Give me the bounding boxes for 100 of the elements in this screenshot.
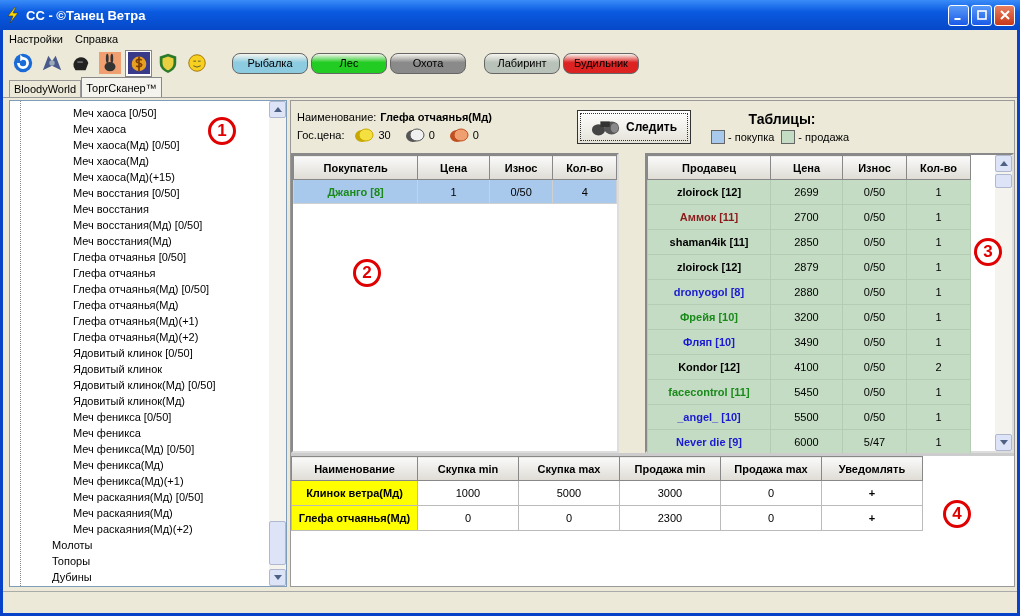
tree-item[interactable]: Меч хаоса [0/50]	[73, 107, 157, 119]
player-name: facecontrol [11]	[668, 386, 750, 398]
tree-item[interactable]: Ядовитый клинок(Мд)	[73, 395, 186, 407]
table-cell: 0	[417, 505, 519, 531]
tree-item[interactable]: Ядовитый клинок(Мд) [0/50]	[73, 379, 216, 391]
player-name: Kondor [12]	[678, 361, 740, 373]
scroll-thumb[interactable]	[269, 521, 286, 565]
tree-item[interactable]: Меч раскаяния(Мд) [0/50]	[73, 491, 204, 503]
tree-item[interactable]: Глефа отчаянья(Мд)	[73, 299, 179, 311]
tree-item[interactable]: Глефа отчаянья(Мд)(+2)	[73, 331, 199, 343]
column-header[interactable]: Цена	[770, 155, 843, 180]
table-row[interactable]: shaman4ik [11] 2850 0/50 1	[647, 229, 971, 255]
item-name-cell: Глефа отчаянья(Мд)	[291, 505, 418, 531]
column-header[interactable]: Скупка min	[417, 456, 519, 481]
coin-amount: 0	[428, 129, 435, 141]
table-row[interactable]: Фляп [10] 3490 0/50 1	[647, 329, 971, 355]
maximize-icon	[976, 10, 987, 20]
column-header[interactable]: Уведомлять	[821, 456, 923, 481]
tree-item[interactable]: Ядовитый клинок [0/50]	[73, 347, 193, 359]
tree-item[interactable]: Меч феникса [0/50]	[73, 411, 172, 423]
table-row[interactable]: facecontrol [11] 5450 0/50 1	[647, 379, 971, 405]
smiley-icon	[185, 52, 208, 74]
table-row[interactable]: dronyogol [8] 2880 0/50 1	[647, 279, 971, 305]
tree-item[interactable]: Меч феникса	[73, 427, 141, 439]
column-header[interactable]: Скупка max	[518, 456, 620, 481]
table-row[interactable]: zloirock [12] 2699 0/50 1	[647, 179, 971, 205]
tree-item[interactable]: Меч восстания(Мд) [0/50]	[73, 219, 203, 231]
tree-item[interactable]: Меч хаоса(Мд) [0/50]	[73, 139, 180, 151]
table-cell: 3000	[619, 480, 721, 506]
legend-label: - покупка	[728, 130, 775, 143]
column-header[interactable]: Покупатель	[293, 155, 418, 180]
tree-item[interactable]: Меч раскаяния(Мд)(+2)	[73, 523, 193, 535]
annotation-number: 3	[974, 238, 1002, 266]
table-row[interactable]: Джанго [8] 1 0/50 4	[293, 179, 617, 204]
legend-label: - продажа	[798, 130, 850, 143]
item-name: Глефа отчаянья(Мд)	[380, 111, 492, 123]
tree-item[interactable]: Молоты	[52, 539, 93, 551]
tree-item[interactable]: Глефа отчаянья [0/50]	[73, 251, 187, 263]
column-header[interactable]: Продажа min	[619, 456, 721, 481]
tree-item[interactable]: Меч раскаяния(Мд)	[73, 507, 173, 519]
coin-amount: 0	[472, 129, 479, 141]
toolbar-button[interactable]: Рыбалка	[232, 52, 308, 74]
player-name: Фрейя [10]	[680, 311, 738, 323]
tree-item[interactable]: Топоры	[52, 555, 91, 567]
coin-stack-icon	[354, 127, 375, 143]
column-header[interactable]: Цена	[417, 155, 490, 180]
player-name: Джанго [8]	[327, 185, 384, 198]
column-header[interactable]: Продажа max	[720, 456, 822, 481]
tree-item[interactable]: Меч хаоса(Мд)(+15)	[73, 171, 175, 183]
scroll-thumb[interactable]	[995, 174, 1012, 188]
tree-item[interactable]: Меч хаоса(Мд)	[73, 155, 149, 167]
name-label: Наименование:	[297, 111, 377, 123]
player-name: zloirock [12]	[676, 186, 742, 198]
annotation-number: 2	[353, 259, 381, 287]
column-header[interactable]: Кол-во	[552, 155, 617, 180]
menu-item[interactable]: Справка	[74, 33, 119, 45]
tree-item[interactable]: Глефа отчаянья(Мд) [0/50]	[73, 283, 210, 295]
tree-item[interactable]: Ядовитый клинок	[73, 363, 163, 375]
tree-item[interactable]: Глефа отчаянья(Мд)(+1)	[73, 315, 199, 327]
tree-item[interactable]: Меч восстания(Мд)	[73, 235, 172, 247]
scrollbar[interactable]	[995, 155, 1012, 451]
table-row[interactable]: Аммок [11] 2700 0/50 1	[647, 204, 971, 230]
player-name: dronyogol [8]	[673, 286, 745, 298]
tree-item[interactable]: Меч феникса(Мд)	[73, 459, 164, 471]
player-name: Фляп [10]	[683, 336, 735, 348]
column-header[interactable]: Продавец	[647, 155, 771, 180]
tree-item[interactable]: Глефа отчаянья	[73, 267, 156, 279]
scrollbar[interactable]	[269, 101, 286, 586]
item-name-cell: Клинок ветра(Мд)	[291, 480, 418, 506]
coin-stack-icon	[404, 127, 425, 143]
toolbar-button[interactable]	[96, 49, 123, 77]
tree-item[interactable]: Меч хаоса	[73, 123, 127, 135]
tree-item[interactable]: Меч феникса(Мд) [0/50]	[73, 443, 195, 455]
column-header[interactable]: Кол-во	[906, 155, 971, 180]
column-header[interactable]: Износ	[842, 155, 907, 180]
tree-item[interactable]: Меч восстания	[73, 203, 149, 215]
menu-item[interactable]: Настройки	[9, 33, 63, 45]
toolbar-button[interactable]: Лабиринт	[484, 52, 560, 74]
toolbar-button[interactable]	[125, 49, 152, 77]
watch-button[interactable]: Следить	[577, 110, 691, 144]
rabbit-icon	[98, 52, 121, 74]
price-label: Гос.цена:	[297, 129, 345, 141]
table-row[interactable]: _angel_ [10] 5500 0/50 1	[647, 404, 971, 430]
tree-item[interactable]: Меч восстания [0/50]	[73, 187, 180, 199]
toolbar-button[interactable]: Охота	[390, 52, 466, 74]
maximize-button[interactable]	[971, 4, 992, 26]
tab[interactable]: ТоргСканер™	[81, 77, 162, 97]
tree-item[interactable]: Дубины	[52, 571, 92, 583]
toolbar-button[interactable]: Будильник	[563, 52, 639, 74]
table-row[interactable]: Фрейя [10] 3200 0/50 1	[647, 304, 971, 330]
column-header[interactable]: Износ	[489, 155, 553, 180]
table-row[interactable]: zloirock [12] 2879 0/50 1	[647, 254, 971, 280]
table-row[interactable]: Never die [9] 6000 5/47 1	[647, 429, 971, 455]
column-header[interactable]: Наименование	[291, 456, 418, 481]
toolbar-button[interactable]: Лес	[311, 52, 387, 74]
close-button[interactable]	[994, 4, 1015, 26]
tree-item[interactable]: Меч феникса(Мд)(+1)	[73, 475, 184, 487]
tab[interactable]: BloodyWorld	[9, 80, 82, 97]
minimize-button[interactable]	[948, 4, 969, 26]
table-row[interactable]: Kondor [12] 4100 0/50 2	[647, 354, 971, 380]
